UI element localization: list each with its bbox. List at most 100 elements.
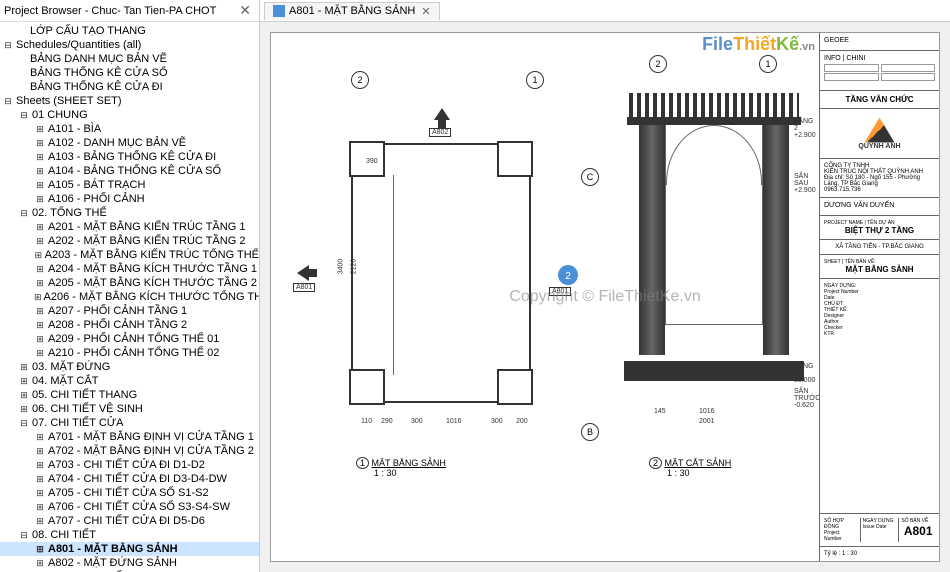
tree-label: 05. CHI TIẾT THANG xyxy=(32,389,137,401)
project-tree[interactable]: LỚP CẤU TẠO THANG⊟Schedules/Quantities (… xyxy=(0,22,259,572)
tree-toggle-icon[interactable]: ⊞ xyxy=(34,501,46,513)
tree-label: 08. CHI TIẾT xyxy=(32,529,96,541)
tree-toggle-icon[interactable]: ⊞ xyxy=(34,459,46,471)
tree-toggle-icon[interactable]: ⊞ xyxy=(18,389,30,401)
tree-item[interactable]: ⊞A704 - CHI TIẾT CỬA ĐI D3-D4-DW xyxy=(0,472,259,486)
tree-item[interactable]: LỚP CẤU TẠO THANG xyxy=(0,24,259,38)
column-right xyxy=(763,125,789,355)
close-icon[interactable]: ✕ xyxy=(235,2,255,19)
tree-item[interactable]: BẢNG DANH MỤC BẢN VẼ xyxy=(0,52,259,66)
tree-label: A208 - PHỐI CẢNH TẦNG 2 xyxy=(48,319,187,331)
tree-toggle-icon[interactable]: ⊞ xyxy=(34,179,46,191)
tree-toggle-icon[interactable]: ⊞ xyxy=(34,249,43,261)
tree-item[interactable]: ⊞A706 - CHI TIẾT CỬA SỔ S3-S4-SW xyxy=(0,500,259,514)
tree-toggle-icon[interactable]: ⊞ xyxy=(34,333,46,345)
tree-item[interactable]: ⊞A103 - BẢNG THỐNG KÊ CỬA ĐI xyxy=(0,150,259,164)
tree-toggle-icon[interactable]: ⊟ xyxy=(18,207,30,219)
tree-toggle-icon[interactable]: ⊞ xyxy=(34,473,46,485)
tree-toggle-icon[interactable]: ⊞ xyxy=(34,543,46,555)
grid-bubble-2: 2 xyxy=(351,71,369,89)
titleblock: GEOEE INFO | CHINI TẦNG VĂN CHỨC QUỲNH A… xyxy=(819,33,939,561)
tree-item[interactable]: ⊞A101 - BÌA xyxy=(0,122,259,136)
tree-item[interactable]: ⊞A207 - PHỐI CẢNH TẦNG 1 xyxy=(0,304,259,318)
tree-toggle-icon[interactable]: ⊞ xyxy=(34,291,42,303)
tree-item[interactable]: ⊞06. CHI TIẾT VỆ SINH xyxy=(0,402,259,416)
level-label: TẦNG 1 ±0.000 xyxy=(794,363,815,384)
tree-toggle-icon[interactable]: ⊞ xyxy=(34,515,46,527)
tab-label: A801 - MẶT BẰNG SẢNH xyxy=(289,5,415,17)
tree-toggle-icon[interactable]: ⊞ xyxy=(34,263,46,275)
tree-toggle-icon[interactable]: ⊞ xyxy=(34,123,46,135)
dimension: 290 xyxy=(381,418,393,425)
view-title: 1 MẶT BẰNG SẢNH 1 : 30 xyxy=(356,458,446,478)
tree-toggle-icon[interactable]: ⊞ xyxy=(18,375,30,387)
drawing-canvas[interactable]: FileThiếtKế.vn Copyright © FileThietKe.v… xyxy=(260,22,950,572)
tree-item[interactable]: BẢNG THỐNG KÊ CỬA ĐI xyxy=(0,80,259,94)
tree-toggle-icon[interactable]: ⊞ xyxy=(34,347,46,359)
tree-item[interactable]: ⊞A102 - DANH MỤC BẢN VẼ xyxy=(0,136,259,150)
tree-toggle-icon[interactable]: ⊞ xyxy=(34,557,46,569)
tree-item[interactable]: ⊞A203 - MẶT BẰNG KIẾN TRÚC TỔNG THỂ xyxy=(0,248,259,262)
tree-item[interactable]: ⊞A701 - MẶT BẰNG ĐỊNH VỊ CỬA TẦNG 1 xyxy=(0,430,259,444)
tree-item[interactable]: ⊞A702 - MẶT BẰNG ĐỊNH VỊ CỬA TẦNG 2 xyxy=(0,444,259,458)
tree-item[interactable]: ⊟01 CHUNG xyxy=(0,108,259,122)
tree-item[interactable]: ⊞A106 - PHỐI CẢNH xyxy=(0,192,259,206)
tree-item[interactable]: ⊟02. TỔNG THỂ xyxy=(0,206,259,220)
tab-sheet[interactable]: A801 - MẶT BẰNG SẢNH ✕ xyxy=(264,2,440,20)
tree-item[interactable]: ⊞A202 - MẶT BẰNG KIẾN TRÚC TẦNG 2 xyxy=(0,234,259,248)
tree-item[interactable]: ⊟Schedules/Quantities (all) xyxy=(0,38,259,52)
tree-toggle-icon[interactable]: ⊞ xyxy=(34,193,46,205)
tree-label: 04. MẶT CẮT xyxy=(32,375,98,387)
tree-item[interactable]: ⊞A801 - MẶT BẰNG SẢNH xyxy=(0,542,259,556)
tree-toggle-icon[interactable]: ⊞ xyxy=(34,235,46,247)
tree-item[interactable]: ⊞A210 - PHỐI CẢNH TỔNG THỂ 02 xyxy=(0,346,259,360)
tree-item[interactable]: ⊞A705 - CHI TIẾT CỬA SỔ S1-S2 xyxy=(0,486,259,500)
tree-item[interactable]: ⊞A209 - PHỐI CẢNH TỔNG THỂ 01 xyxy=(0,332,259,346)
tb-project: PROJECT NAME | TÊN DỰ ÁN BIỆT THỰ 2 TẦNG xyxy=(820,216,939,240)
tree-item[interactable]: ⊞03. MẶT ĐỨNG xyxy=(0,360,259,374)
tree-toggle-icon[interactable]: ⊞ xyxy=(18,361,30,373)
tree-item[interactable]: ⊞A104 - BẢNG THỐNG KÊ CỬA SỔ xyxy=(0,164,259,178)
tree-toggle-icon[interactable]: ⊞ xyxy=(34,165,46,177)
tree-toggle-icon[interactable]: ⊟ xyxy=(2,39,14,51)
tree-item[interactable]: ⊞A205 - MẶT BẰNG KÍCH THƯỚC TẦNG 2 xyxy=(0,276,259,290)
tree-item[interactable]: ⊟07. CHI TIẾT CỬA xyxy=(0,416,259,430)
tree-toggle-icon[interactable]: ⊞ xyxy=(34,151,46,163)
tree-item[interactable]: ⊞A802 - MẶT ĐỨNG SẢNH xyxy=(0,556,259,570)
tree-toggle-icon[interactable]: ⊞ xyxy=(34,445,46,457)
grid-bubble-b: B xyxy=(581,423,599,441)
tree-toggle-icon[interactable]: ⊟ xyxy=(18,109,30,121)
tree-item[interactable]: ⊞A204 - MẶT BẰNG KÍCH THƯỚC TẦNG 1 xyxy=(0,262,259,276)
tree-item[interactable]: ⊞A206 - MẶT BẰNG KÍCH THƯỚC TỔNG THỂ xyxy=(0,290,259,304)
tree-toggle-icon[interactable]: ⊞ xyxy=(34,319,46,331)
tree-label: BẢNG THỐNG KÊ CỬA ĐI xyxy=(30,81,163,93)
watermark-logo: FileThiếtKế.vn xyxy=(702,34,815,55)
project-browser[interactable]: Project Browser - Chuc- Tan Tien-PA CHOT… xyxy=(0,0,260,572)
tree-item[interactable]: ⊟08. CHI TIẾT xyxy=(0,528,259,542)
dimension: 1016 xyxy=(446,418,462,425)
tree-toggle-icon[interactable]: ⊟ xyxy=(18,417,30,429)
tree-item[interactable]: ⊞05. CHI TIẾT THANG xyxy=(0,388,259,402)
tree-item[interactable]: ⊞04. MẶT CẮT xyxy=(0,374,259,388)
tree-toggle-icon[interactable]: ⊞ xyxy=(34,221,46,233)
tree-toggle-icon[interactable]: ⊞ xyxy=(34,305,46,317)
tree-toggle-icon[interactable]: ⊞ xyxy=(34,431,46,443)
tree-item[interactable]: ⊟Sheets (SHEET SET) xyxy=(0,94,259,108)
tree-item[interactable]: ⊞A105 - BÁT TRẠCH xyxy=(0,178,259,192)
tree-label: A209 - PHỐI CẢNH TỔNG THỂ 01 xyxy=(48,333,219,345)
tree-toggle-icon[interactable]: ⊞ xyxy=(18,403,30,415)
tree-toggle-icon[interactable]: ⊟ xyxy=(2,95,14,107)
tree-item[interactable]: BẢNG THỐNG KÊ CỬA SỔ xyxy=(0,66,259,80)
tree-label: A707 - CHI TIẾT CỬA ĐI D5-D6 xyxy=(48,515,205,527)
tree-toggle-icon[interactable]: ⊞ xyxy=(34,277,46,289)
tree-toggle-icon[interactable]: ⊞ xyxy=(34,137,46,149)
tab-close-icon[interactable]: ✕ xyxy=(421,5,430,18)
tree-toggle-icon[interactable]: ⊞ xyxy=(34,487,46,499)
logo-icon xyxy=(864,118,894,143)
tree-item[interactable]: ⊞A707 - CHI TIẾT CỬA ĐI D5-D6 xyxy=(0,514,259,528)
tree-toggle-icon[interactable]: ⊟ xyxy=(18,529,30,541)
tree-item[interactable]: ⊞A201 - MẶT BẰNG KIẾN TRÚC TẦNG 1 xyxy=(0,220,259,234)
tree-item[interactable]: ⊞A208 - PHỐI CẢNH TẦNG 2 xyxy=(0,318,259,332)
tree-item[interactable]: ⊞A703 - CHI TIẾT CỬA ĐI D1-D2 xyxy=(0,458,259,472)
tree-label: A706 - CHI TIẾT CỬA SỔ S3-S4-SW xyxy=(48,501,230,513)
